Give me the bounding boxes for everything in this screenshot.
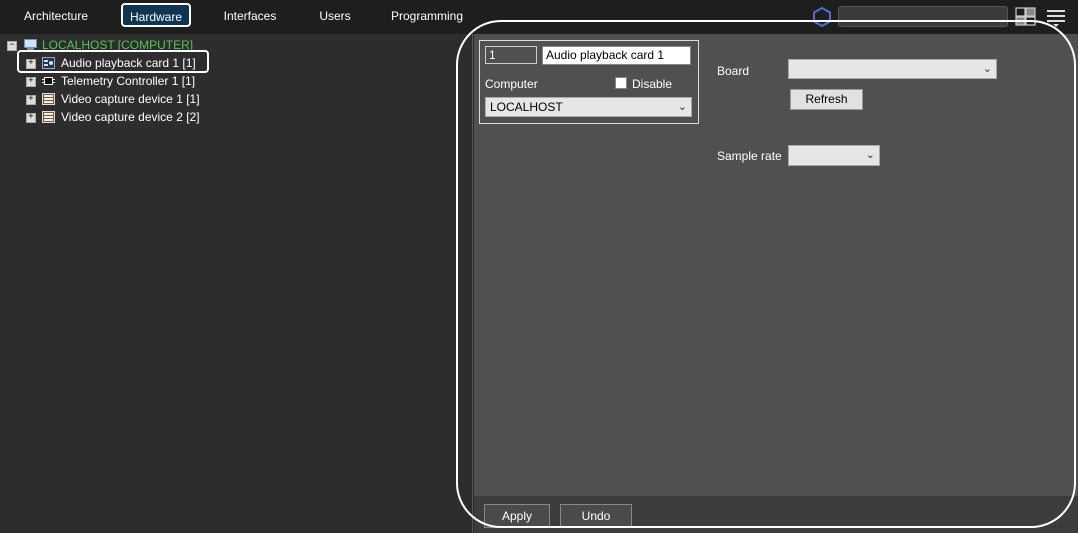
expand-icon[interactable]: + bbox=[26, 95, 36, 105]
tree-item-label: Telemetry Controller 1 [1] bbox=[61, 74, 196, 88]
chevron-down-icon: ⌄ bbox=[677, 101, 687, 113]
disable-checkbox[interactable] bbox=[615, 77, 627, 89]
refresh-button[interactable]: Refresh bbox=[790, 89, 863, 110]
computer-label: Computer bbox=[485, 77, 538, 91]
search-input[interactable] bbox=[838, 6, 1008, 27]
tab-hardware[interactable]: Hardware bbox=[121, 3, 191, 27]
sample-rate-label: Sample rate bbox=[717, 149, 782, 163]
computer-select[interactable]: LOCALHOST ⌄ bbox=[485, 97, 692, 117]
chevron-down-icon: ⌄ bbox=[865, 149, 875, 161]
video-board-icon bbox=[42, 93, 55, 105]
board-select[interactable]: ⌄ bbox=[788, 59, 997, 79]
tree-item-label: Video capture device 1 [1] bbox=[61, 92, 200, 106]
object-id-input[interactable]: 1 bbox=[485, 46, 537, 64]
tree-item-label: Video capture device 2 [2] bbox=[61, 110, 200, 124]
sample-rate-select[interactable]: ⌄ bbox=[788, 145, 880, 166]
video-board-icon bbox=[42, 111, 55, 123]
top-menu-bar: Architecture Hardware Interfaces Users P… bbox=[0, 0, 1078, 34]
object-name-input[interactable]: Audio playback card 1 bbox=[542, 46, 691, 65]
board-label: Board bbox=[717, 64, 750, 78]
hamburger-menu-icon[interactable] bbox=[1046, 8, 1066, 28]
tab-programming[interactable]: Programming bbox=[389, 6, 465, 27]
expand-icon[interactable]: + bbox=[26, 77, 36, 87]
computer-select-value: LOCALHOST bbox=[490, 100, 563, 114]
tab-architecture[interactable]: Architecture bbox=[20, 6, 92, 27]
undo-button[interactable]: Undo bbox=[560, 504, 632, 528]
collapse-icon[interactable]: − bbox=[7, 41, 17, 51]
disable-label: Disable bbox=[632, 77, 673, 91]
tab-users[interactable]: Users bbox=[314, 6, 356, 27]
hexagon-icon[interactable] bbox=[811, 6, 833, 28]
chevron-down-icon: ⌄ bbox=[982, 63, 992, 75]
expand-icon[interactable]: + bbox=[26, 113, 36, 123]
tab-interfaces[interactable]: Interfaces bbox=[219, 6, 281, 27]
telemetry-chip-icon bbox=[42, 77, 55, 85]
apply-button[interactable]: Apply bbox=[484, 504, 550, 528]
layout-grid-icon[interactable] bbox=[1015, 7, 1036, 27]
selected-item-highlight bbox=[17, 50, 209, 73]
